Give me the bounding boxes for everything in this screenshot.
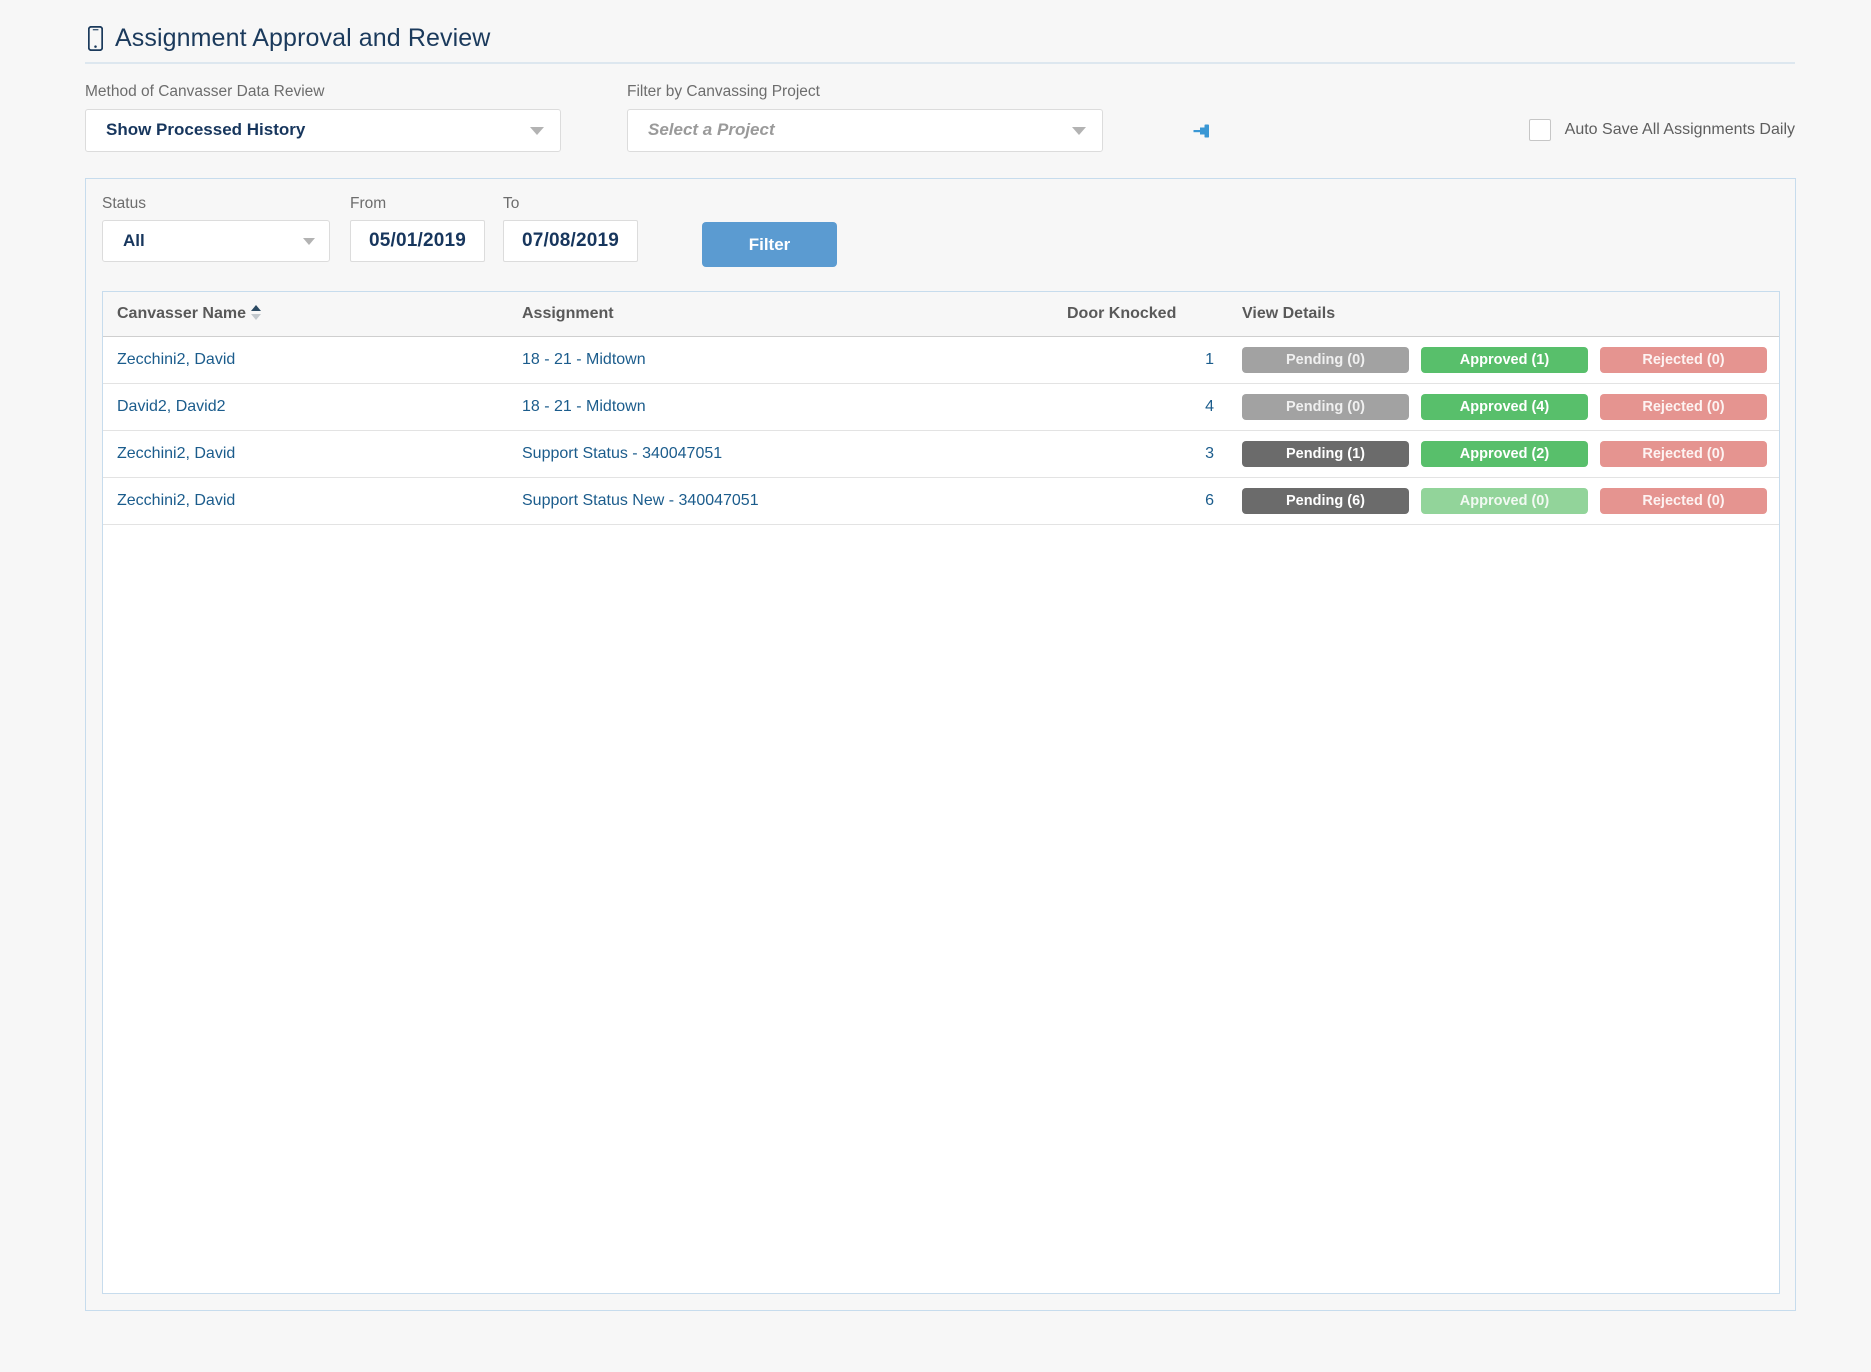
- from-field-group: From 05/01/2019: [350, 196, 485, 262]
- method-select[interactable]: Show Processed History: [85, 108, 561, 152]
- assignments-table-container: Canvasser Name Assignment Door Knocked V…: [102, 291, 1780, 1294]
- cell-canvasser-name: Zecchini2, David: [103, 477, 508, 525]
- pending-button[interactable]: Pending (0): [1242, 346, 1409, 373]
- filter-bar: Status All From 05/01/2019 To 07/08/2019…: [102, 196, 1762, 274]
- approved-button[interactable]: Approved (1): [1421, 346, 1588, 373]
- method-field-group: Method of Canvasser Data Review Show Pro…: [85, 84, 561, 152]
- to-label: To: [503, 195, 520, 212]
- approved-button[interactable]: Approved (2): [1421, 440, 1588, 467]
- page-title: Assignment Approval and Review: [115, 23, 491, 52]
- cell-assignment: 18 - 21 - Midtown: [508, 383, 1053, 431]
- table-body: Zecchini2, David 18 - 21 - Midtown 1 Pendin…: [103, 336, 1779, 525]
- cell-view-details: Pending (0) Approved (1) Rejected (0): [1228, 336, 1779, 384]
- assignments-table: Canvasser Name Assignment Door Knocked V…: [103, 292, 1779, 525]
- top-filter-row: Method of Canvasser Data Review Show Pro…: [85, 84, 1795, 154]
- results-panel: Status All From 05/01/2019 To 07/08/2019…: [85, 178, 1796, 1311]
- project-label: Filter by Canvassing Project: [627, 83, 820, 100]
- chevron-down-icon: [303, 237, 315, 245]
- pending-button[interactable]: Pending (6): [1242, 487, 1409, 514]
- to-field-group: To 07/08/2019: [503, 196, 638, 262]
- rejected-button[interactable]: Rejected (0): [1600, 487, 1767, 514]
- project-field-group: Filter by Canvassing Project Select a Pr…: [627, 84, 1103, 152]
- table-header-row: Canvasser Name Assignment Door Knocked V…: [103, 292, 1779, 337]
- from-date-input[interactable]: 05/01/2019: [350, 219, 485, 262]
- to-date-input[interactable]: 07/08/2019: [503, 219, 638, 262]
- pending-button[interactable]: Pending (0): [1242, 393, 1409, 420]
- project-select-value: Select a Project: [648, 120, 775, 139]
- cell-door-knocked: 1: [1053, 336, 1228, 384]
- project-select[interactable]: Select a Project: [627, 108, 1103, 152]
- cell-assignment: Support Status New - 340047051: [508, 477, 1053, 525]
- status-button-group: Pending (6) Approved (0) Rejected (0): [1242, 487, 1767, 514]
- mobile-phone-icon: [85, 24, 105, 52]
- cell-view-details: Pending (1) Approved (2) Rejected (0): [1228, 430, 1779, 478]
- pin-project-button[interactable]: [1190, 118, 1216, 144]
- approved-button[interactable]: Approved (0): [1421, 487, 1588, 514]
- pin-icon: [1193, 124, 1209, 138]
- status-button-group: Pending (0) Approved (4) Rejected (0): [1242, 393, 1767, 420]
- chevron-down-icon: [1072, 127, 1086, 135]
- rejected-button[interactable]: Rejected (0): [1600, 346, 1767, 373]
- cell-canvasser-name: Zecchini2, David: [103, 336, 508, 384]
- column-header-door-knocked[interactable]: Door Knocked: [1053, 292, 1228, 337]
- cell-door-knocked: 6: [1053, 477, 1228, 525]
- pending-button[interactable]: Pending (1): [1242, 440, 1409, 467]
- table-row: Zecchini2, David Support Status - 3400470…: [103, 430, 1779, 478]
- cell-canvasser-name: Zecchini2, David: [103, 430, 508, 478]
- status-label: Status: [102, 195, 146, 212]
- status-field-group: Status All: [102, 196, 330, 262]
- rejected-button[interactable]: Rejected (0): [1600, 393, 1767, 420]
- table-head: Canvasser Name Assignment Door Knocked V…: [103, 292, 1779, 337]
- filter-button[interactable]: Filter: [702, 222, 837, 267]
- cell-canvasser-name: David2, David2: [103, 383, 508, 431]
- table-row: David2, David2 18 - 21 - Midtown 4 Pending …: [103, 383, 1779, 431]
- sort-ascending-icon: [250, 304, 261, 320]
- status-select[interactable]: All: [102, 219, 330, 262]
- auto-save-label: Auto Save All Assignments Daily: [1564, 121, 1795, 138]
- approved-button[interactable]: Approved (4): [1421, 393, 1588, 420]
- cell-assignment: Support Status - 340047051: [508, 430, 1053, 478]
- page-header: Assignment Approval and Review: [85, 22, 1795, 64]
- method-label: Method of Canvasser Data Review: [85, 83, 325, 100]
- cell-view-details: Pending (6) Approved (0) Rejected (0): [1228, 477, 1779, 525]
- column-header-canvasser-name[interactable]: Canvasser Name: [103, 292, 508, 337]
- status-button-group: Pending (1) Approved (2) Rejected (0): [1242, 440, 1767, 467]
- column-header-canvasser-name-label: Canvasser Name: [117, 304, 246, 322]
- cell-door-knocked: 4: [1053, 383, 1228, 431]
- status-select-value: All: [123, 230, 145, 250]
- method-select-value: Show Processed History: [106, 120, 306, 139]
- cell-assignment: 18 - 21 - Midtown: [508, 336, 1053, 384]
- app-root: Assignment Approval and Review Method of…: [0, 0, 1871, 1372]
- chevron-down-icon: [530, 127, 544, 135]
- table-row: Zecchini2, David Support Status New - 340…: [103, 477, 1779, 525]
- auto-save-group[interactable]: Auto Save All Assignments Daily: [1528, 119, 1795, 141]
- auto-save-checkbox[interactable]: [1528, 119, 1551, 141]
- column-header-assignment[interactable]: Assignment: [508, 292, 1053, 337]
- from-label: From: [350, 195, 387, 212]
- cell-door-knocked: 3: [1053, 430, 1228, 478]
- column-header-view-details: View Details: [1228, 292, 1779, 337]
- cell-view-details: Pending (0) Approved (4) Rejected (0): [1228, 383, 1779, 431]
- status-button-group: Pending (0) Approved (1) Rejected (0): [1242, 346, 1767, 373]
- rejected-button[interactable]: Rejected (0): [1600, 440, 1767, 467]
- table-row: Zecchini2, David 18 - 21 - Midtown 1 Pendin…: [103, 336, 1779, 384]
